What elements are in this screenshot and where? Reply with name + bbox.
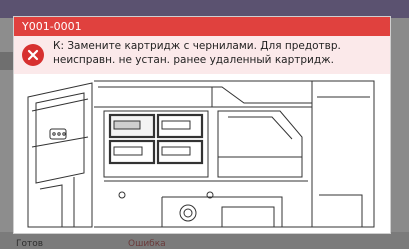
background-status-bar: Готов Ошибка xyxy=(0,232,409,249)
error-x-icon xyxy=(22,44,44,66)
background-back-button xyxy=(0,52,13,70)
status-error-text: Ошибка xyxy=(128,239,166,249)
background-left-panel xyxy=(0,18,14,232)
error-message-text: К: Замените картридж с чернилами. Для пр… xyxy=(53,40,341,66)
status-ready-text: Готов xyxy=(16,239,44,249)
background-header xyxy=(0,0,409,18)
dialog-title: Y001-0001 xyxy=(14,17,390,36)
printer-ink-cartridge-illustration xyxy=(22,77,382,229)
error-message-bar: К: Замените картридж с чернилами. Для пр… xyxy=(14,36,390,74)
error-dialog: Y001-0001 К: Замените картридж с чернила… xyxy=(14,17,390,233)
background-right-panel xyxy=(391,18,409,232)
